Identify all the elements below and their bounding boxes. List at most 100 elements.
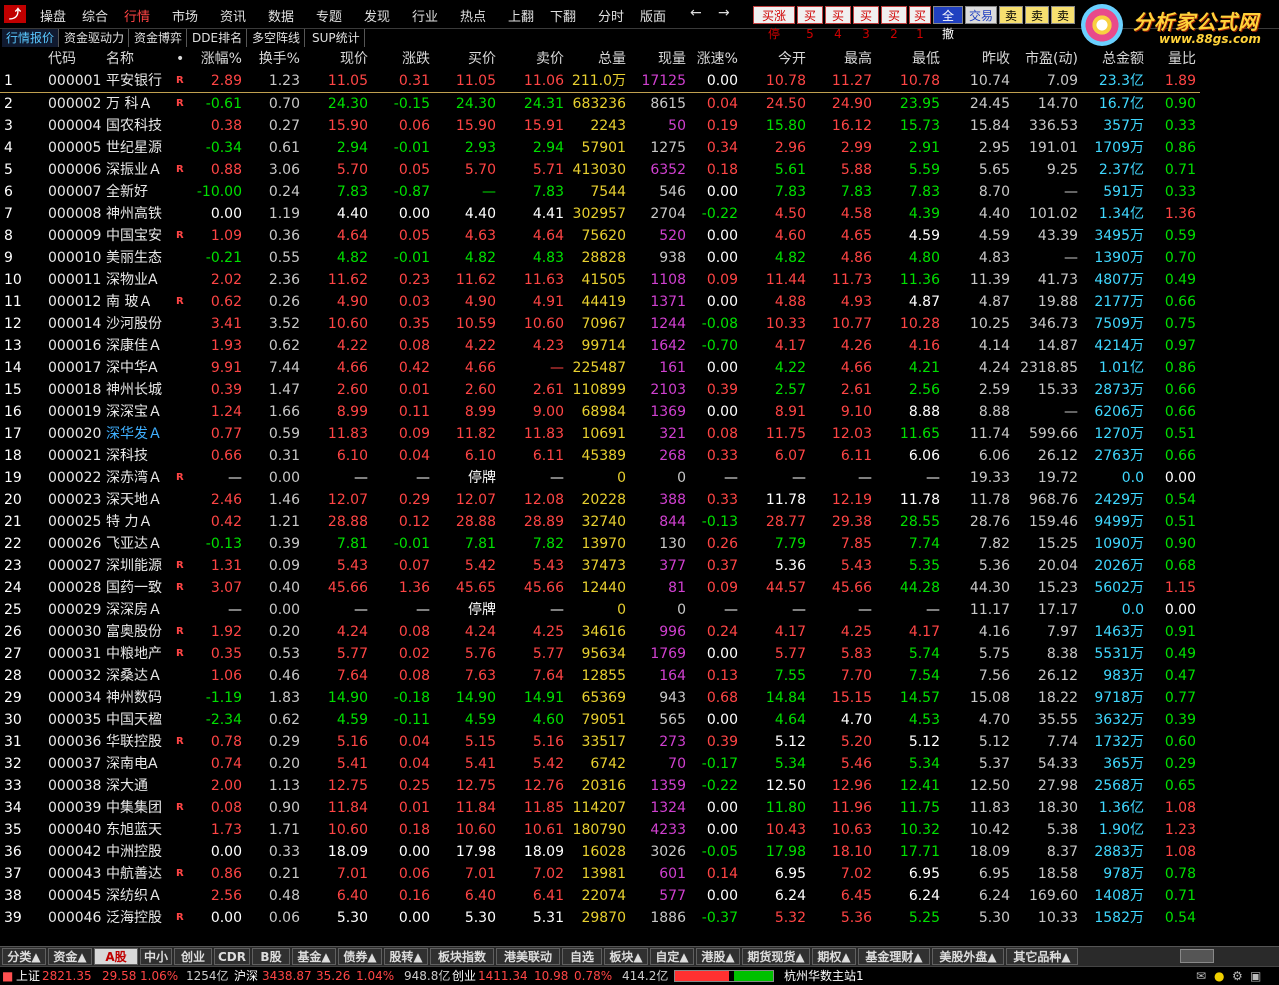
lock-icon[interactable]: ▣ [1250, 967, 1261, 985]
table-row[interactable]: 29 000034 神州数码 -1.19 1.83 14.90 -0.18 14.90 14.9… [0, 687, 1200, 709]
header-pe-ratio[interactable]: 市盈(动) [1014, 48, 1078, 70]
table-row[interactable]: 5 000006 深振业Ａ R 0.88 3.06 5.70 0.05 5.70 5.71 4130… [0, 159, 1200, 181]
header-prev-close[interactable]: 昨收 [950, 48, 1010, 70]
market-tab-7[interactable]: 基金▲ [292, 948, 336, 965]
header-stock-code[interactable]: 代码 [48, 48, 98, 70]
header-current-price[interactable]: 现价 [310, 48, 368, 70]
header-volume-ratio[interactable]: 量比 [1146, 48, 1196, 70]
table-row[interactable]: 7 000008 神州高铁 0.00 1.19 4.40 0.00 4.40 4.41 30295… [0, 203, 1200, 225]
tab-fund-game[interactable]: 资金博弈 [130, 29, 188, 47]
table-row[interactable]: 39 000046 泛海控股 R 0.00 0.06 5.30 0.00 5.30 5.31 298… [0, 907, 1200, 929]
table-row[interactable]: 21 000025 特 力Ａ 0.42 1.21 28.88 0.12 28.88 28.89 3… [0, 511, 1200, 533]
market-tab-12[interactable]: 自选 [562, 948, 602, 965]
sell1-button[interactable]: 卖1 [999, 6, 1023, 41]
market-tab-20[interactable]: 其它品种▲ [1006, 948, 1078, 965]
header-bid-price[interactable]: 买价 [438, 48, 496, 70]
tab-quote[interactable]: 行情报价 [2, 29, 60, 47]
header-open-price[interactable]: 今开 [748, 48, 806, 70]
table-row[interactable]: 1 000001 平安银行 R 2.89 1.23 11.05 0.31 11.05 11.06 2… [0, 70, 1200, 93]
tab-sup-stats[interactable]: SUP统计 [308, 29, 365, 47]
table-row[interactable]: 34 000039 中集集团 R 0.08 0.90 11.84 0.01 11.84 11.85… [0, 797, 1200, 819]
market-tab-18[interactable]: 基金理财▲ [858, 948, 930, 965]
menu-item-shichang[interactable]: 市场 [172, 6, 198, 25]
menu-item-zhuanti[interactable]: 专题 [316, 6, 342, 25]
market-tab-4[interactable]: 创业 [174, 948, 212, 965]
table-row[interactable]: 2 000002 万 科Ａ R -0.61 0.70 24.30 -0.15 24.30 24.3… [0, 93, 1200, 115]
table-row[interactable]: 33 000038 深大通 2.00 1.13 12.75 0.25 12.75 12.76 20… [0, 775, 1200, 797]
table-row[interactable]: 3 000004 国农科技 0.38 0.27 15.90 0.06 15.90 15.91 22… [0, 115, 1200, 137]
header-row-index[interactable] [4, 48, 30, 70]
buy1-button[interactable]: 买1 [909, 6, 931, 41]
table-row[interactable]: 11 000012 南 玻Ａ R 0.62 0.26 4.90 0.03 4.90 4.91 444… [0, 291, 1200, 313]
header-low-price[interactable]: 最低 [882, 48, 940, 70]
table-row[interactable]: 26 000030 富奥股份 R 1.92 0.20 4.24 0.08 4.24 4.25 346… [0, 621, 1200, 643]
header-total-volume[interactable]: 总量 [566, 48, 626, 70]
market-tab-13[interactable]: 板块▲ [604, 948, 648, 965]
table-row[interactable]: 30 000035 中国天楹 -2.34 0.62 4.59 -0.11 4.59 4.60 79… [0, 709, 1200, 731]
menu-item-hangye[interactable]: 行业 [412, 6, 438, 25]
table-row[interactable]: 12 000014 沙河股份 3.41 3.52 10.60 0.35 10.59 10.60 7… [0, 313, 1200, 335]
cancel-all-button[interactable]: 全撤 [933, 6, 963, 41]
sell3-button[interactable]: 卖3 [1051, 6, 1075, 41]
header-change-speed[interactable]: 涨速% [690, 48, 738, 70]
table-row[interactable]: 27 000031 中粮地产 R 0.35 0.53 5.77 0.02 5.76 5.77 956… [0, 643, 1200, 665]
header-change-percent[interactable]: 涨幅% [196, 48, 242, 70]
table-row[interactable]: 15 000018 神州长城 0.39 1.47 2.60 0.01 2.60 2.61 1108… [0, 379, 1200, 401]
menu-item-page-up[interactable]: 上翻 [508, 6, 534, 25]
table-row[interactable]: 17 000020 深华发Ａ 0.77 0.59 11.83 0.09 11.82 11.83 1… [0, 423, 1200, 445]
table-row[interactable]: 35 000040 东旭蓝天 1.73 1.71 10.60 0.18 10.60 10.61 1… [0, 819, 1200, 841]
header-total-amount[interactable]: 总金额 [1082, 48, 1144, 70]
header-price-change[interactable]: 涨跌 [372, 48, 430, 70]
market-tab-6[interactable]: B股 [252, 948, 290, 965]
table-row[interactable]: 9 000010 美丽生态 -0.21 0.55 4.82 -0.01 4.82 4.83 288… [0, 247, 1200, 269]
market-tab-2[interactable]: A股 [94, 948, 138, 965]
table-row[interactable]: 20 000023 深天地Ａ 2.46 1.46 12.07 0.29 12.07 12.08 2… [0, 489, 1200, 511]
market-tab-8[interactable]: 债券▲ [338, 948, 382, 965]
header-stock-name[interactable]: 名称 [106, 48, 178, 70]
buy5-button[interactable]: 买5 [797, 6, 823, 41]
table-row[interactable]: 13 000016 深康佳Ａ 1.93 0.62 4.22 0.08 4.22 4.23 9971… [0, 335, 1200, 357]
table-row[interactable]: 19 000022 深赤湾Ａ R — 0.00 — — 停牌 — 0 0 — — — — 19.33 19.72 0… [0, 467, 1200, 489]
table-row[interactable]: 22 000026 飞亚达Ａ -0.13 0.39 7.81 -0.01 7.81 7.82 13… [0, 533, 1200, 555]
header-turnover-percent[interactable]: 换手% [250, 48, 300, 70]
buy-limit-up-button[interactable]: 买涨停 [753, 6, 795, 41]
menu-item-faxian[interactable]: 发现 [364, 6, 390, 25]
header-ask-price[interactable]: 卖价 [506, 48, 564, 70]
header-high-price[interactable]: 最高 [814, 48, 872, 70]
table-row[interactable]: 24 000028 国药一致 R 3.07 0.40 45.66 1.36 45.65 45.66… [0, 577, 1200, 599]
market-tab-1[interactable]: 资金▲ [48, 948, 92, 965]
market-tab-3[interactable]: 中小 [140, 948, 172, 965]
market-tab-5[interactable]: CDR [214, 948, 250, 965]
table-row[interactable]: 38 000045 深纺织Ａ 2.56 0.48 6.40 0.16 6.40 6.41 2207… [0, 885, 1200, 907]
menu-item-zixun[interactable]: 资讯 [220, 6, 246, 25]
table-row[interactable]: 25 000029 深深房Ａ — 0.00 — — 停牌 — 0 0 — — — — 11.17 17.17 0.… [0, 599, 1200, 621]
sell2-button[interactable]: 卖2 [1025, 6, 1049, 41]
table-row[interactable]: 18 000021 深科技 0.66 0.31 6.10 0.04 6.10 6.11 45389… [0, 445, 1200, 467]
buy3-button[interactable]: 买3 [853, 6, 879, 41]
menu-item-page-down[interactable]: 下翻 [550, 6, 576, 25]
table-row[interactable]: 16 000019 深深宝Ａ 1.24 1.66 8.99 0.11 8.99 9.00 6898… [0, 401, 1200, 423]
app-logo-icon[interactable]: ⤴ [4, 5, 26, 23]
back-arrow-icon[interactable]: ← [690, 5, 702, 21]
tab-fund-drive[interactable]: 资金驱动力 [60, 29, 130, 47]
buy2-button[interactable]: 买2 [881, 6, 907, 41]
forward-arrow-icon[interactable]: → [718, 5, 730, 21]
menu-item-zonghe[interactable]: 综合 [82, 6, 108, 25]
market-tab-10[interactable]: 板块指数 [430, 948, 494, 965]
table-row[interactable]: 23 000027 深圳能源 R 1.31 0.09 5.43 0.07 5.42 5.43 374… [0, 555, 1200, 577]
table-row[interactable]: 4 000005 世纪星源 -0.34 0.61 2.94 -0.01 2.93 2.94 579… [0, 137, 1200, 159]
market-tab-0[interactable]: 分类▲ [2, 948, 46, 965]
market-tab-9[interactable]: 股转▲ [384, 948, 428, 965]
trade-button[interactable]: 交易 [965, 6, 997, 24]
tab-long-short[interactable]: 多空阵线 [248, 29, 306, 47]
table-row[interactable]: 28 000032 深桑达Ａ 1.06 0.46 7.64 0.08 7.63 7.64 1285… [0, 665, 1200, 687]
market-tab-19[interactable]: 美股外盘▲ [932, 948, 1004, 965]
header-current-volume[interactable]: 现量 [628, 48, 686, 70]
message-icon[interactable]: ✉ [1196, 967, 1206, 985]
menu-item-fenshi[interactable]: 分时 [598, 6, 624, 25]
settings-icon[interactable]: ⚙ [1232, 967, 1243, 985]
tab-scroll-thumb[interactable] [1180, 949, 1214, 963]
buy4-button[interactable]: 买4 [825, 6, 851, 41]
table-row[interactable]: 6 000007 全新好 -10.00 0.24 7.83 -0.87 — 7.83 7544 54… [0, 181, 1200, 203]
tab-dde-rank[interactable]: DDE排名 [188, 29, 248, 47]
